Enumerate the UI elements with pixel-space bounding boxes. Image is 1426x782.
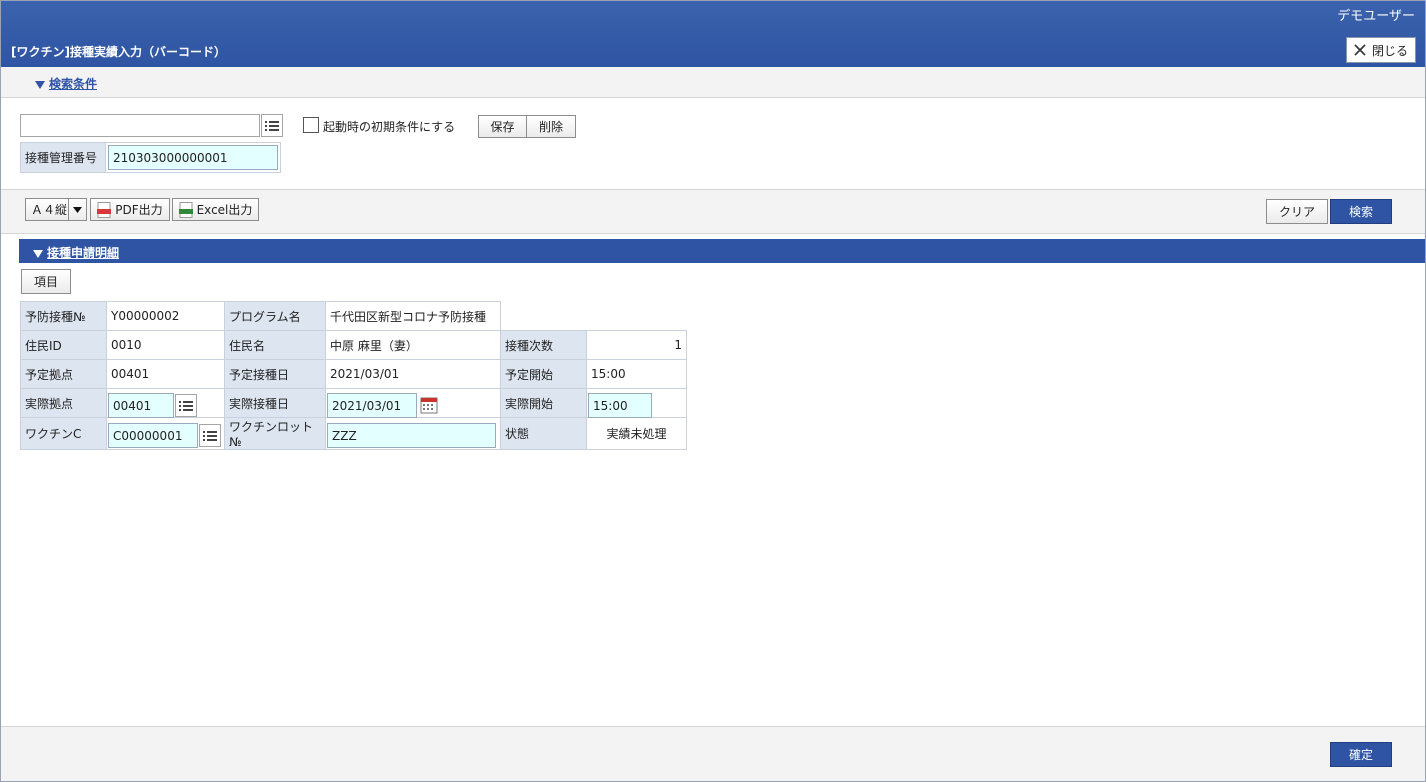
- saved-condition-input[interactable]: [20, 114, 260, 137]
- table-row: 予定拠点 00401 予定接種日 2021/03/01 予定開始 15:00: [20, 359, 687, 389]
- startup-condition-label: 起動時の初期条件にする: [323, 120, 456, 134]
- list-icon: [179, 400, 193, 411]
- list-icon: [203, 430, 217, 441]
- dropdown-arrow-icon: [68, 199, 86, 220]
- user-name: デモユーザー: [1337, 9, 1415, 24]
- list-icon: [265, 120, 279, 131]
- triangle-down-icon: [33, 249, 43, 258]
- close-icon: [1354, 44, 1366, 56]
- detail-section-header: 接種申請明細: [19, 239, 1425, 263]
- planned-date-label: 予定接種日: [224, 359, 326, 389]
- pdf-output-button[interactable]: PDF出力: [90, 198, 170, 221]
- search-section-toggle[interactable]: 検索条件: [35, 75, 97, 92]
- table-row: 予防接種№ Y00000002 プログラム名 千代田区新型コロナ予防接種: [20, 301, 687, 331]
- search-section-title: 検索条件: [49, 77, 98, 91]
- actual-start-input[interactable]: 15:00: [588, 393, 652, 418]
- program-value: 千代田区新型コロナ予防接種: [325, 301, 501, 331]
- startup-condition-checkbox[interactable]: [303, 117, 319, 133]
- condition-list-button[interactable]: [261, 114, 283, 137]
- vaccine-lot-input[interactable]: ZZZ: [327, 423, 496, 448]
- resident-id-label: 住民ID: [20, 330, 107, 360]
- close-button-label: 閉じる: [1371, 43, 1408, 58]
- items-button[interactable]: 項目: [21, 269, 71, 294]
- actual-start-label: 実際開始: [500, 388, 587, 418]
- actual-site-input[interactable]: 00401: [108, 393, 174, 418]
- resident-name-label: 住民名: [224, 330, 326, 360]
- vaccine-code-list-button[interactable]: [199, 424, 221, 447]
- planned-date-value: 2021/03/01: [325, 359, 501, 389]
- planned-start-label: 予定開始: [500, 359, 587, 389]
- dose-count-label: 接種次数: [500, 330, 587, 360]
- app-window: デモユーザー [ワクチン]接種実績入力（バーコード） 閉じる 検索条件 起動時の…: [0, 0, 1426, 782]
- clear-button[interactable]: クリア: [1266, 199, 1328, 224]
- actual-date-label: 実際接種日: [224, 388, 326, 418]
- mgmt-no-label: 接種管理番号: [20, 142, 106, 173]
- excel-file-icon: [178, 201, 193, 218]
- pdf-file-icon: [97, 201, 112, 218]
- search-button[interactable]: 検索: [1330, 199, 1392, 224]
- detail-section-toggle[interactable]: 接種申請明細: [33, 244, 119, 261]
- mgmt-no-input[interactable]: 210303000000001: [108, 145, 278, 170]
- delete-button[interactable]: 削除: [526, 115, 576, 138]
- confirm-button[interactable]: 確定: [1330, 742, 1392, 767]
- status-label: 状態: [500, 417, 587, 450]
- prevention-no-label: 予防接種№: [20, 301, 107, 331]
- program-label: プログラム名: [224, 301, 326, 331]
- prevention-no-value: Y00000002: [106, 301, 225, 331]
- planned-start-value: 15:00: [586, 359, 687, 389]
- triangle-down-icon: [35, 80, 45, 89]
- calendar-icon[interactable]: [420, 396, 438, 414]
- detail-section-title: 接種申請明細: [47, 246, 120, 260]
- footer-bar: [1, 726, 1425, 781]
- title-bar: デモユーザー [ワクチン]接種実績入力（バーコード） 閉じる: [1, 1, 1425, 67]
- close-button[interactable]: 閉じる: [1346, 37, 1416, 63]
- dose-count-value: 1: [586, 330, 687, 360]
- vaccine-code-input[interactable]: C00000001: [108, 423, 198, 448]
- planned-site-label: 予定拠点: [20, 359, 107, 389]
- save-button[interactable]: 保存: [478, 115, 527, 138]
- resident-name-value: 中原 麻里（妻）: [325, 330, 501, 360]
- search-section-header: 検索条件: [1, 67, 1425, 98]
- resident-id-value: 0010: [106, 330, 225, 360]
- actual-site-label: 実際拠点: [20, 388, 107, 418]
- excel-output-button[interactable]: Excel出力: [172, 198, 259, 221]
- vaccine-lot-label: ワクチンロット№: [224, 417, 326, 450]
- vaccine-code-label: ワクチンC: [20, 417, 107, 450]
- actual-site-list-button[interactable]: [175, 394, 197, 417]
- paper-size-select[interactable]: Ａ４縦: [25, 198, 87, 221]
- status-value: 実績未処理: [586, 417, 687, 450]
- paper-size-value: Ａ４縦: [31, 203, 68, 217]
- page-title: [ワクチン]接種実績入力（バーコード）: [11, 45, 226, 59]
- actual-date-input[interactable]: 2021/03/01: [327, 393, 417, 418]
- table-row: 住民ID 0010 住民名 中原 麻里（妻） 接種次数 1: [20, 330, 687, 360]
- planned-site-value: 00401: [106, 359, 225, 389]
